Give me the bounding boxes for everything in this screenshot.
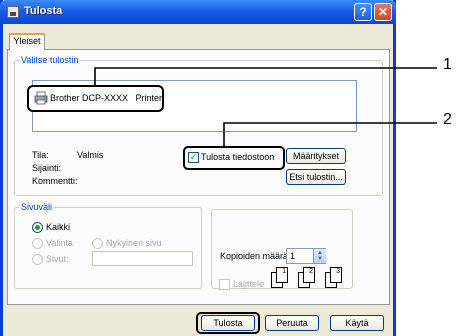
callout-number-2: 2 (443, 111, 452, 128)
callout-number-1: 1 (443, 56, 452, 73)
callout-lines (94, 67, 437, 146)
